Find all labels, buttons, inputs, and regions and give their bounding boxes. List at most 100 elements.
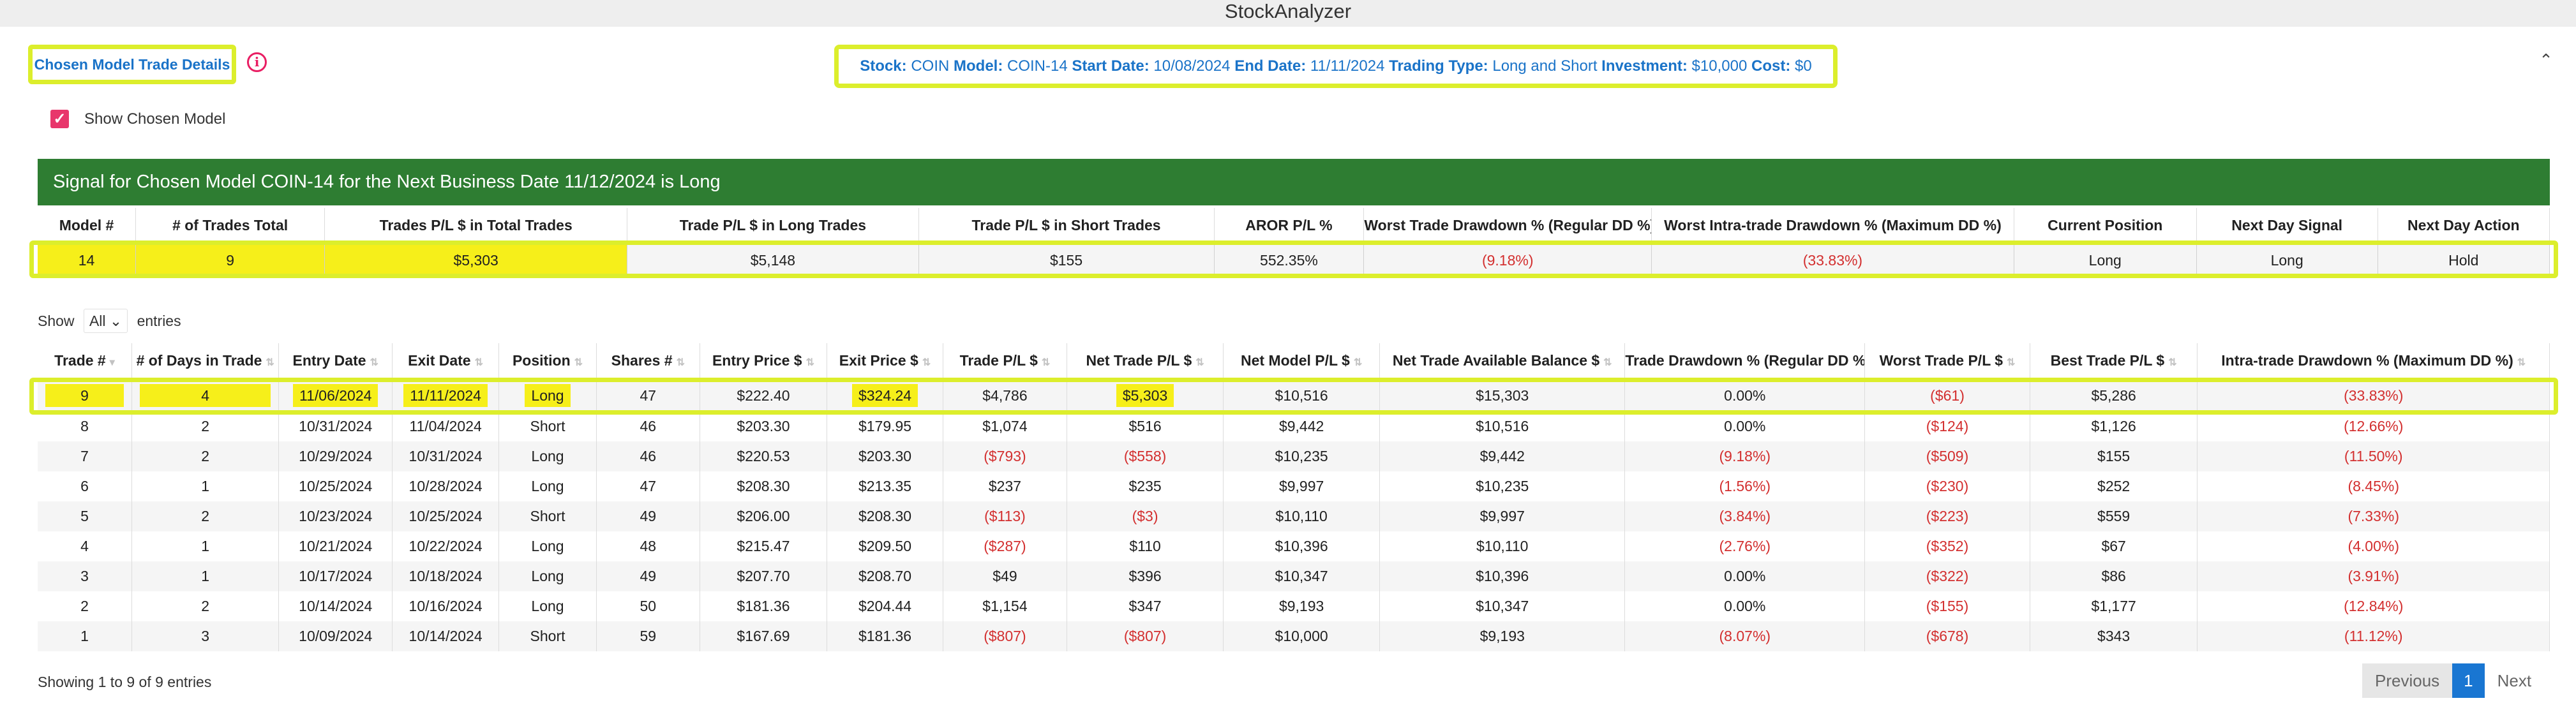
header-label: Best Trade P/L $ xyxy=(2050,352,2165,369)
trades-table-header[interactable]: Exit Date ⇅ xyxy=(392,343,500,380)
table-cell: $9,442 xyxy=(1223,411,1381,441)
next-button[interactable]: Next xyxy=(2484,663,2545,698)
table-cell: (3.84%) xyxy=(1624,501,1866,531)
table-cell: $559 xyxy=(2030,501,2198,531)
table-cell: 10/31/2024 xyxy=(278,411,393,441)
model-table-header: Next Day Signal xyxy=(2196,208,2378,244)
table-cell: ($793) xyxy=(943,441,1068,471)
table-row[interactable]: 2 2 10/14/2024 10/16/2024 Long 50 $181.36 $204.… xyxy=(38,591,2550,621)
entries-select[interactable]: All ⌄ xyxy=(83,309,128,333)
model-table-cell: $155 xyxy=(918,244,1215,276)
table-cell: 10/28/2024 xyxy=(392,471,500,501)
sort-icon: ⇅ xyxy=(1195,357,1204,368)
table-cell: $9,193 xyxy=(1379,621,1626,651)
trades-table-header[interactable]: Net Trade Available Balance $ ⇅ xyxy=(1379,343,1626,380)
table-cell: $10,235 xyxy=(1223,441,1381,471)
trades-table-header[interactable]: Entry Date ⇅ xyxy=(278,343,393,380)
trades-table-header[interactable]: Net Model P/L $ ⇅ xyxy=(1223,343,1381,380)
header-label: Net Model P/L $ xyxy=(1241,352,1350,369)
table-cell: ($807) xyxy=(1067,621,1224,651)
trading-type-key: Trading Type: xyxy=(1389,57,1488,75)
table-row[interactable]: 6 1 10/25/2024 10/28/2024 Long 47 $208.30 $213.… xyxy=(38,471,2550,501)
header-label: Net Trade Available Balance $ xyxy=(1392,352,1600,369)
table-row[interactable]: 7 2 10/29/2024 10/31/2024 Long 46 $220.53 $203.… xyxy=(38,441,2550,471)
table-row[interactable]: 1 3 10/09/2024 10/14/2024 Short 59 $167.69 $181… xyxy=(38,621,2550,651)
model-table-cell: Long xyxy=(2014,244,2197,276)
show-chosen-model-checkbox[interactable]: ✓ xyxy=(50,110,69,128)
table-row[interactable]: 9 4 11/06/2024 11/11/2024 Long 47 $222.40 $324.… xyxy=(38,379,2550,411)
table-cell: 10/25/2024 xyxy=(278,471,393,501)
trades-table-header[interactable]: Exit Price $ ⇅ xyxy=(827,343,943,380)
table-cell: $222.40 xyxy=(700,379,828,411)
table-cell: $347 xyxy=(1067,591,1224,621)
table-row[interactable]: 5 2 10/23/2024 10/25/2024 Short 49 $206.00 $208… xyxy=(38,501,2550,531)
stock-value: COIN xyxy=(911,57,950,75)
cost-key: Cost: xyxy=(1751,57,1791,75)
chosen-model-trade-details-button[interactable]: Chosen Model Trade Details xyxy=(28,45,236,84)
trades-table-header[interactable]: Worst Trade P/L $ ⇅ xyxy=(1864,343,2030,380)
trades-table-header[interactable]: Trade P/L $ ⇅ xyxy=(943,343,1068,380)
trades-table-header[interactable]: Net Trade P/L $ ⇅ xyxy=(1067,343,1224,380)
highlighted-value: $324.24 xyxy=(851,384,918,407)
table-cell: 46 xyxy=(596,441,700,471)
table-cell: 7 xyxy=(38,441,132,471)
trades-table-header[interactable]: Shares # ⇅ xyxy=(596,343,700,380)
table-cell: 8 xyxy=(38,411,132,441)
table-row[interactable]: 8 2 10/31/2024 11/04/2024 Short 46 $203.30 $179… xyxy=(38,411,2550,441)
table-cell: 10/18/2024 xyxy=(392,561,500,591)
model-table-header: Next Day Action xyxy=(2378,208,2550,244)
table-cell: $343 xyxy=(2030,621,2198,651)
signal-banner: Signal for Chosen Model COIN-14 for the … xyxy=(38,159,2550,205)
table-row[interactable]: 4 1 10/21/2024 10/22/2024 Long 48 $215.47 $209.… xyxy=(38,531,2550,561)
table-cell: 11/06/2024 xyxy=(278,379,393,411)
table-cell: $4,786 xyxy=(943,379,1068,411)
sort-icon: ⇅ xyxy=(1603,357,1612,368)
model-table-header: Trade P/L $ in Long Trades xyxy=(627,208,919,244)
model-table-header: Model # xyxy=(38,208,137,244)
table-cell: 10/25/2024 xyxy=(392,501,500,531)
info-icon[interactable]: i xyxy=(247,52,267,72)
table-cell: ($807) xyxy=(943,621,1068,651)
highlighted-value: Long xyxy=(525,384,571,407)
show-chosen-model-label: Show Chosen Model xyxy=(84,110,226,128)
page-1-button[interactable]: 1 xyxy=(2452,663,2485,698)
table-cell: $167.69 xyxy=(700,621,828,651)
table-cell: 10/31/2024 xyxy=(392,441,500,471)
table-cell: $324.24 xyxy=(827,379,943,411)
highlighted-value: 9 xyxy=(45,384,124,407)
table-cell: 9 xyxy=(38,379,132,411)
table-row[interactable]: 3 1 10/17/2024 10/18/2024 Long 49 $207.70 $208.… xyxy=(38,561,2550,591)
table-cell: (33.83%) xyxy=(2197,379,2550,411)
header-label: Worst Trade P/L $ xyxy=(1879,352,2003,369)
sort-icon: ⇅ xyxy=(574,357,583,368)
table-cell: ($678) xyxy=(1864,621,2030,651)
table-cell: (7.33%) xyxy=(2197,501,2550,531)
table-cell: $10,516 xyxy=(1379,411,1626,441)
stock-key: Stock: xyxy=(860,57,907,75)
trades-table-header[interactable]: Intra-trade Drawdown % (Maximum DD %) ⇅ xyxy=(2197,343,2550,380)
model-table-header: Worst Trade Drawdown % (Regular DD %) xyxy=(1363,208,1652,244)
header-label: # of Days in Trade xyxy=(136,352,262,369)
trades-table-header[interactable]: Position ⇅ xyxy=(498,343,597,380)
table-cell: $204.44 xyxy=(827,591,943,621)
table-cell: (4.00%) xyxy=(2197,531,2550,561)
table-cell: 3 xyxy=(131,621,280,651)
trades-table-header[interactable]: Best Trade P/L $ ⇅ xyxy=(2030,343,2198,380)
table-cell: Short xyxy=(498,411,597,441)
trades-table-header[interactable]: Trade # ▾ xyxy=(38,343,132,380)
chevron-up-icon[interactable]: ⌃ xyxy=(2537,51,2555,69)
table-cell: Short xyxy=(498,621,597,651)
table-cell: $252 xyxy=(2030,471,2198,501)
table-cell: $220.53 xyxy=(700,441,828,471)
sort-icon: ⇅ xyxy=(2168,357,2177,368)
table-cell: $5,303 xyxy=(1067,379,1224,411)
previous-button[interactable]: Previous xyxy=(2362,663,2453,698)
table-cell: Long xyxy=(498,471,597,501)
table-cell: 50 xyxy=(596,591,700,621)
trades-table-header[interactable]: Trade Drawdown % (Regular DD %)⇅ xyxy=(1624,343,1866,380)
trades-table-header[interactable]: Entry Price $ ⇅ xyxy=(700,343,828,380)
table-cell: 2 xyxy=(131,411,280,441)
trades-table-header[interactable]: # of Days in Trade ⇅ xyxy=(131,343,280,380)
table-cell: $206.00 xyxy=(700,501,828,531)
table-cell: 10/14/2024 xyxy=(392,621,500,651)
